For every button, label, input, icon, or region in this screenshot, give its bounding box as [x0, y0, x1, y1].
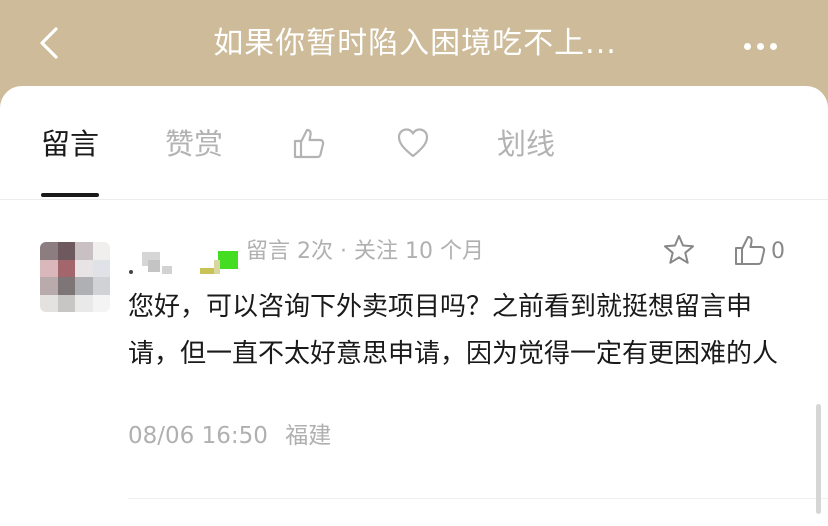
like-count: 0	[771, 239, 785, 264]
username[interactable]	[128, 246, 243, 278]
tab-rewards[interactable]: 赞赏	[165, 124, 223, 164]
scrollbar[interactable]	[816, 404, 821, 514]
comment-time: 08/06 16:50	[128, 423, 268, 449]
comment-text: 您好，可以咨询下外卖项目吗？之前看到就挺想留言申请，但一直不太好意思申请，因为觉…	[128, 292, 779, 369]
thumbs-up-icon[interactable]	[292, 126, 326, 160]
tab-highlights[interactable]: 划线	[497, 124, 555, 164]
top-bar: 如果你暂时陷入困境吃不上...	[0, 0, 828, 88]
divider	[0, 199, 828, 200]
more-dots-icon[interactable]	[744, 36, 784, 50]
chevron-left-icon[interactable]	[34, 26, 64, 60]
tab-bar: 留言 赞赏 划线	[0, 86, 828, 201]
page-title: 如果你暂时陷入困境吃不上...	[213, 26, 617, 61]
heart-icon[interactable]	[396, 126, 430, 160]
comment-timestamp: 08/06 16:50 福建	[128, 419, 331, 453]
star-icon[interactable]	[662, 233, 696, 267]
row-divider	[128, 498, 828, 499]
comment-meta: 留言 2次 · 关注 10 个月	[246, 239, 484, 264]
avatar[interactable]	[40, 242, 110, 312]
comment-location: 福建	[285, 423, 332, 449]
thumbs-up-icon[interactable]	[733, 233, 767, 267]
tab-comments[interactable]: 留言	[41, 124, 99, 164]
comments-panel: 留言 赞赏 划线 留言 2次 · 关注 10 个月 0 您好，可以咨询下外卖项目…	[0, 86, 828, 526]
active-tab-indicator	[41, 193, 99, 197]
